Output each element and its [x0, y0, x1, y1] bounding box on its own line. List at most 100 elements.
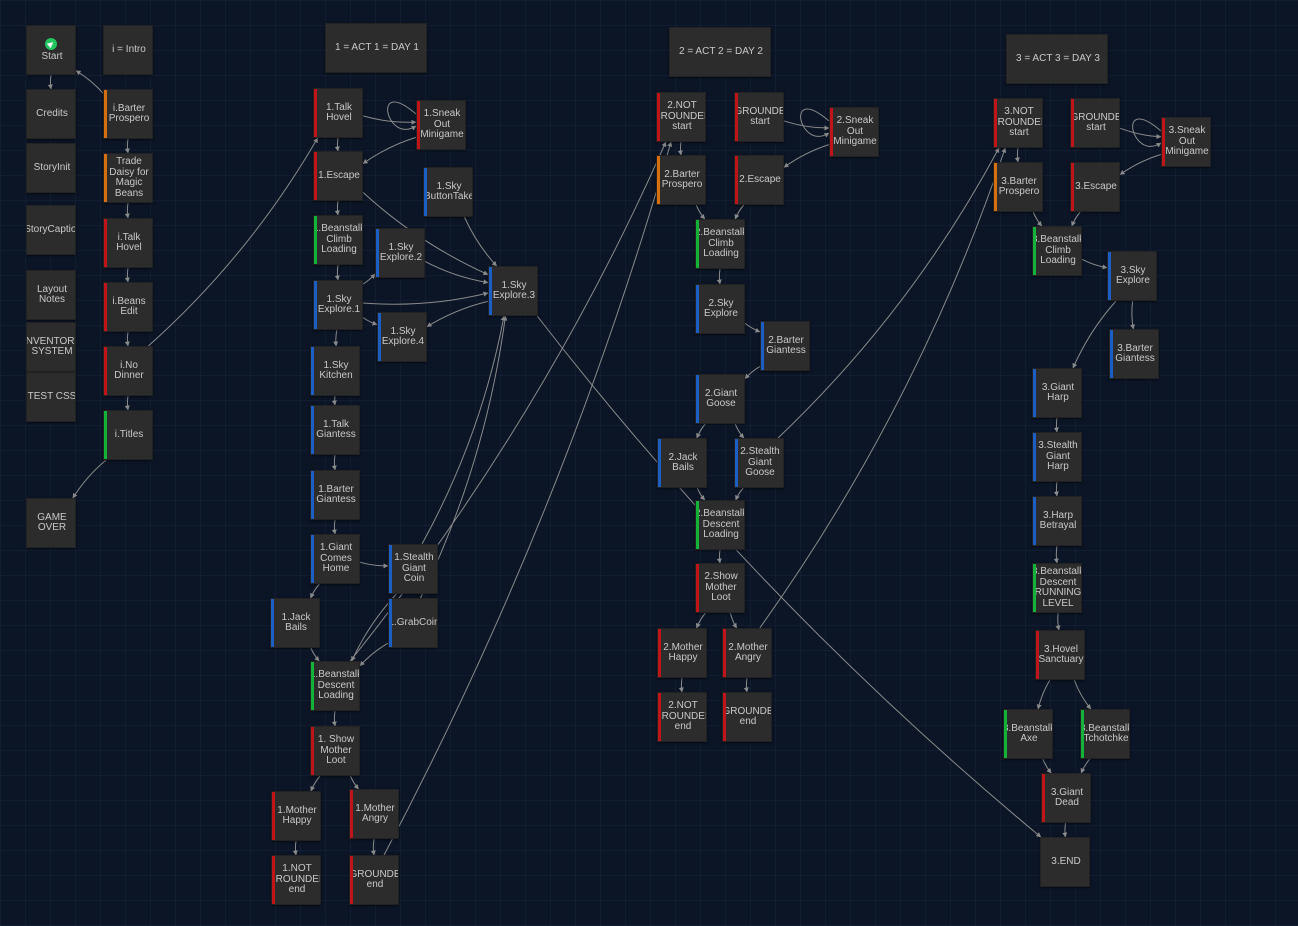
tag-bar: [830, 108, 833, 156]
passage-2-Jack-Bails[interactable]: 2.Jack Bails: [657, 438, 707, 488]
tag-bar: [723, 693, 726, 741]
passage-StoryInit[interactable]: StoryInit: [26, 143, 76, 193]
passage-1-Sky-Explore-4[interactable]: 1.Sky Explore.4: [377, 312, 427, 362]
passage-2-Escape[interactable]: 2.Escape: [734, 155, 784, 205]
passage-1-Mother-Happy[interactable]: 1.Mother Happy: [271, 791, 321, 841]
tag-bar: [658, 693, 661, 741]
passage-1-Stealth-Giant-Coin[interactable]: 1.Stealth Giant Coin: [388, 544, 438, 594]
tag-bar: [696, 220, 699, 268]
passage-3-Giant-Harp[interactable]: 3.Giant Harp: [1032, 368, 1082, 418]
tag-bar: [696, 501, 699, 549]
passage-3-Stealth-Giant-Harp[interactable]: 3.Stealth Giant Harp: [1032, 432, 1082, 482]
passage-3-END[interactable]: 3.END: [1040, 837, 1090, 887]
rocket-icon: [45, 37, 57, 50]
passage-2-NOT-GROUNDED-end[interactable]: 2.NOT GROUNDED end: [657, 692, 707, 742]
passage-i-Barter-Prospero[interactable]: i.Barter Prospero: [103, 89, 153, 139]
passage-3-Beanstalk-Tchotchke[interactable]: 3.Beanstalk Tchotchke: [1080, 709, 1130, 759]
tag-bar: [1036, 631, 1039, 679]
passage-2-GROUNDED-start[interactable]: .GROUNDEI start: [734, 92, 784, 142]
passage-1-Sky-Explore-2[interactable]: 1.Sky Explore.2: [375, 228, 425, 278]
tag-bar: [1071, 163, 1074, 211]
passage-i-Intro[interactable]: i = Intro: [103, 25, 153, 75]
passage-link: [310, 775, 321, 792]
passage-i-Titles[interactable]: i.Titles: [103, 410, 153, 460]
passage-3-Barter-Prospero[interactable]: 3.Barter Prospero: [993, 162, 1043, 212]
passage-2-Barter-Giantess[interactable]: 2.Barter Giantess: [760, 321, 810, 371]
passage-1-GROUNDED-end[interactable]: .GROUNDEI end: [349, 855, 399, 905]
passage-2-Beanstalk-Climb[interactable]: 2.Beanstalk Climb Loading: [695, 219, 745, 269]
passage-link: [362, 115, 417, 125]
passage-1-Mother-Angry[interactable]: 1.Mother Angry: [349, 789, 399, 839]
passage-3-Barter-Giantess[interactable]: 3.Barter Giantess: [1109, 329, 1159, 379]
passage-3-Harp-Betrayal[interactable]: 3.Harp Betrayal: [1032, 496, 1082, 546]
passage-1-NOT-GROUNDED-end[interactable]: 1.NOT GROUNDED end: [271, 855, 321, 905]
passage-2-GROUNDED-end[interactable]: .GROUNDEI end: [722, 692, 772, 742]
passage-1-Beanstalk-Descent[interactable]: 1.Beanstalk Descent Loading: [310, 661, 360, 711]
passage-Layout-Notes[interactable]: Layout Notes: [26, 270, 76, 320]
passage-1-Giant-Comes-Home[interactable]: 1.Giant Comes Home: [310, 534, 360, 584]
passage-Game-Over[interactable]: GAME OVER: [26, 498, 76, 548]
passage-link: [331, 454, 337, 471]
story-map-canvas[interactable]: Start i = Intro Credits StoryInit StoryC…: [0, 0, 1298, 926]
passage-2-Barter-Prospero[interactable]: 2.Barter Prospero: [656, 155, 706, 205]
tag-bar: [1042, 774, 1045, 822]
passage-3-Sneak-Out[interactable]: 3.Sneak Out Minigame: [1161, 117, 1211, 167]
passage-2-Sneak-Out[interactable]: 2.Sneak Out Minigame: [829, 107, 879, 157]
tag-bar: [1033, 497, 1036, 545]
passage-1-Talk-Hovel[interactable]: 1.Talk Hovel: [313, 88, 363, 138]
passage-link: [47, 74, 53, 90]
tag-bar: [1108, 252, 1111, 300]
passage-1-Show-Mother-Loot[interactable]: 1. Show Mother Loot: [310, 726, 360, 776]
self-link: [1132, 118, 1162, 148]
passage-1-GrabCoin[interactable]: 1.GrabCoin: [388, 598, 438, 648]
passage-3-GROUNDED-start[interactable]: .GROUNDEI start: [1070, 98, 1120, 148]
passage-2-Beanstalk-Descent[interactable]: 2.Beanstalk Descent Loading: [695, 500, 745, 550]
passage-1-Talk-Giantess[interactable]: 1.Talk Giantess: [310, 405, 360, 455]
passage-link: [72, 459, 107, 499]
passage-1-Beanstalk-Climb[interactable]: 1.Beanstalk Climb Loading: [313, 215, 363, 265]
passage-Trade-Daisy[interactable]: Trade Daisy for Magic Beans: [103, 153, 153, 203]
passage-2-Mother-Angry[interactable]: 2.Mother Angry: [722, 628, 772, 678]
passage-2-Show-Mother-Loot[interactable]: 2.Show Mother Loot: [695, 563, 745, 613]
passage-Start[interactable]: Start: [26, 25, 76, 75]
passage-2-NOT-GROUNDED-start[interactable]: 2.NOT GROUNDED start: [656, 92, 706, 142]
passage-3-Giant-Dead[interactable]: 3.Giant Dead: [1041, 773, 1091, 823]
passage-link: [734, 423, 745, 439]
passage-3-Escape[interactable]: 3.Escape: [1070, 162, 1120, 212]
passage-Test-CSS[interactable]: TEST CSS: [26, 372, 76, 422]
passage-Inventory-System[interactable]: INVENTORY SYSTEM: [26, 322, 76, 372]
passage-3-Beanstalk-Descent[interactable]: 3.Beanstalk Descent RUNNING LEVEL: [1032, 563, 1082, 613]
passage-3-NOT-GROUNDED-start[interactable]: 3.NOT GROUNDED start: [993, 98, 1043, 148]
passage-i-Talk-Hovel[interactable]: i.Talk Hovel: [103, 218, 153, 268]
passage-2-Stealth-Giant-Goose[interactable]: 2.Stealth Giant Goose: [734, 438, 784, 488]
passage-3-Beanstalk-Climb[interactable]: 3.Beanstalk Climb Loading: [1032, 226, 1082, 276]
passage-link: [1081, 258, 1108, 270]
passage-2-Sky-Explore[interactable]: 2.Sky Explore: [695, 284, 745, 334]
passage-3-Sky-Explore[interactable]: 3.Sky Explore: [1107, 251, 1157, 301]
tag-bar: [696, 285, 699, 333]
passage-Act2-Header[interactable]: 2 = ACT 2 = DAY 2: [669, 27, 771, 77]
passage-1-Escape[interactable]: 1.Escape: [313, 151, 363, 201]
tag-bar: [1033, 369, 1036, 417]
passage-Act1-Header[interactable]: 1 = ACT 1 = DAY 1: [325, 23, 427, 73]
passage-StoryCaption[interactable]: StoryCaptior: [26, 205, 76, 255]
passage-i-No-Dinner[interactable]: i.No Dinner: [103, 346, 153, 396]
passage-1-Sky-Explore-1[interactable]: 1.Sky Explore.1: [313, 280, 363, 330]
passage-3-Beanstalk-Axe[interactable]: 3.Beanstalk Axe: [1003, 709, 1053, 759]
passage-2-Mother-Happy[interactable]: 2.Mother Happy: [657, 628, 707, 678]
passage-1-Sky-Explore-3[interactable]: 1.Sky Explore.3: [488, 266, 538, 316]
passage-i-Beans-Edit[interactable]: i.Beans Edit: [103, 282, 153, 332]
passage-link: [362, 273, 376, 285]
passage-1-Jack-Bails[interactable]: 1.Jack Bails: [270, 598, 320, 648]
tag-bar: [1110, 330, 1113, 378]
passage-2-Giant-Goose[interactable]: 2.Giant Goose: [695, 374, 745, 424]
passage-Credits[interactable]: Credits: [26, 89, 76, 139]
passage-Act3-Header[interactable]: 3 = ACT 3 = DAY 3: [1006, 34, 1108, 84]
passage-1-Sneak-Out[interactable]: 1.Sneak Out Minigame: [416, 100, 466, 150]
tag-bar: [658, 439, 661, 487]
passage-3-Hovel-Sanctuary[interactable]: 3.Hovel Sanctuary: [1035, 630, 1085, 680]
passage-1-Sky-ButtonTake[interactable]: 1.Sky ButtonTake: [423, 167, 473, 217]
passage-link: [695, 204, 706, 220]
passage-1-Sky-Kitchen[interactable]: 1.Sky Kitchen: [310, 346, 360, 396]
passage-1-Barter-Giantess[interactable]: 1.Barter Giantess: [310, 470, 360, 520]
